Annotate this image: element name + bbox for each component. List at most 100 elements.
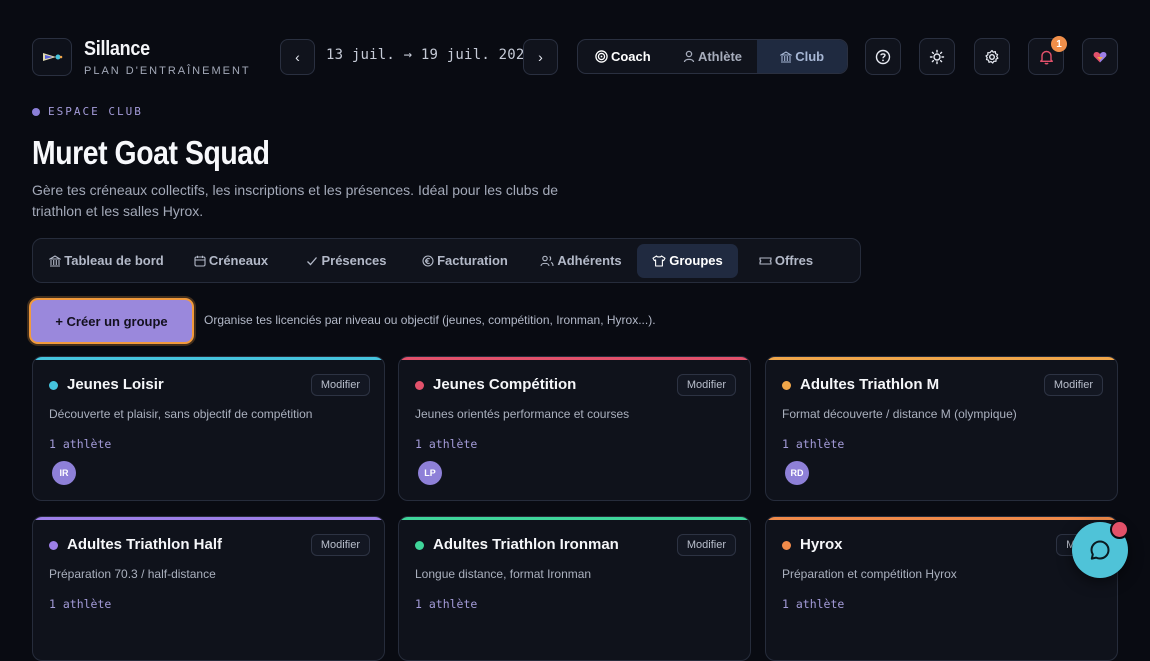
- bell-icon: [1039, 50, 1053, 64]
- group-color-bar: [399, 357, 750, 360]
- logo-icon: [43, 53, 63, 61]
- chevron-right-icon: ›: [538, 49, 543, 65]
- building-icon: [49, 254, 62, 267]
- group-color-dot: [415, 381, 424, 390]
- role-athlete-button[interactable]: Athlète: [668, 40, 758, 73]
- role-club-label: Club: [795, 49, 825, 64]
- settings-button[interactable]: [974, 38, 1010, 75]
- calendar-icon: [194, 255, 206, 267]
- tab-label: Offres: [774, 253, 814, 268]
- heart-logo-icon: [1093, 51, 1107, 62]
- tab-label: Adhérents: [557, 253, 622, 268]
- user-icon: [683, 50, 695, 63]
- group-athlete-count: 1 athlète: [782, 597, 845, 611]
- tab-label: Créneaux: [208, 253, 269, 268]
- tab-facturation[interactable]: Facturation: [405, 244, 525, 278]
- tab-offres[interactable]: Offres: [738, 244, 834, 278]
- tab-label: Facturation: [437, 253, 508, 268]
- group-description: Préparation 70.3 / half-distance: [49, 567, 216, 581]
- group-athlete-count: 1 athlète: [415, 597, 478, 611]
- gear-icon: [985, 49, 999, 64]
- group-title: Hyrox: [800, 536, 843, 553]
- eyebrow-label: ESPACE CLUB: [48, 105, 143, 118]
- role-athlete-label: Athlète: [697, 49, 743, 64]
- athlete-avatar[interactable]: RD: [785, 461, 809, 485]
- edit-group-button[interactable]: Modifier: [310, 534, 370, 556]
- edit-group-button[interactable]: Modifier: [1043, 374, 1103, 396]
- group-color-bar: [33, 517, 384, 520]
- next-week-button[interactable]: ›: [523, 39, 558, 75]
- group-color-bar: [766, 517, 1117, 520]
- notification-badge: 1: [1051, 36, 1067, 52]
- tab-label: Présences: [321, 253, 387, 268]
- theme-toggle-button[interactable]: [919, 38, 955, 75]
- group-color-dot: [782, 381, 791, 390]
- euro-icon: [422, 254, 434, 267]
- prev-week-button[interactable]: ‹: [280, 39, 315, 75]
- group-athlete-count: 1 athlète: [49, 597, 112, 611]
- group-card[interactable]: Adultes Triathlon M Modifier Format déco…: [765, 356, 1118, 501]
- tab-adherents[interactable]: Adhérents: [525, 244, 637, 278]
- chat-unread-indicator: [1110, 520, 1129, 539]
- shirt-icon: [652, 254, 666, 267]
- page-description: Gère tes créneaux collectifs, les inscri…: [32, 182, 559, 219]
- group-color-dot: [49, 541, 58, 550]
- edit-group-button[interactable]: Modifier: [310, 374, 370, 396]
- date-range: 13 juil. → 19 juil. 2026: [326, 47, 534, 63]
- group-title: Adultes Triathlon Half: [67, 536, 223, 553]
- group-description: Longue distance, format Ironman: [415, 567, 592, 581]
- athlete-avatar[interactable]: LP: [418, 461, 442, 485]
- group-card[interactable]: Adultes Triathlon Half Modifier Préparat…: [32, 516, 385, 661]
- group-color-bar: [766, 357, 1117, 360]
- chat-icon: [1090, 540, 1110, 560]
- group-card[interactable]: Hyrox Modif Préparation et compétition H…: [765, 516, 1118, 661]
- page-title: Muret Goat Squad: [32, 134, 270, 171]
- group-color-bar: [33, 357, 384, 360]
- group-title: Adultes Triathlon Ironman: [433, 536, 619, 553]
- edit-group-button[interactable]: Modifier: [676, 534, 736, 556]
- group-athlete-count: 1 athlète: [49, 437, 112, 451]
- ticket-icon: [759, 256, 772, 265]
- target-icon: [595, 50, 608, 63]
- group-description: Préparation et compétition Hyrox: [782, 567, 957, 581]
- role-club-button[interactable]: Club: [757, 40, 847, 73]
- group-athlete-count: 1 athlète: [415, 437, 478, 451]
- group-color-dot: [49, 381, 58, 390]
- group-color-dot: [415, 541, 424, 550]
- group-card[interactable]: Jeunes Loisir Modifier Découverte et pla…: [32, 356, 385, 501]
- help-button[interactable]: [865, 38, 901, 75]
- group-card[interactable]: Jeunes Compétition Modifier Jeunes orien…: [398, 356, 751, 501]
- tab-groupes[interactable]: Groupes: [637, 243, 738, 278]
- group-title: Adultes Triathlon M: [800, 376, 940, 393]
- building-icon: [780, 50, 793, 63]
- tab-label: Groupes: [669, 253, 723, 268]
- edit-group-button[interactable]: Modifier: [676, 374, 736, 396]
- group-color-dot: [782, 541, 791, 550]
- tab-label: Tableau de bord: [64, 253, 164, 268]
- app-subtitle: PLAN D'ENTRAÎNEMENT: [84, 65, 251, 77]
- group-title: Jeunes Loisir: [67, 376, 164, 393]
- check-icon: [307, 256, 318, 265]
- group-description: Jeunes orientés performance et courses: [415, 407, 630, 421]
- users-icon: [540, 255, 554, 266]
- tab-presences[interactable]: Présences: [288, 244, 405, 278]
- group-description: Format découverte / distance M (olympiqu…: [782, 407, 1017, 421]
- section-eyebrow: ESPACE CLUB: [32, 105, 143, 118]
- create-group-button[interactable]: + Créer un groupe: [29, 298, 194, 344]
- tab-tableau-de-bord[interactable]: Tableau de bord: [39, 244, 174, 278]
- tab-creneaux[interactable]: Créneaux: [174, 244, 288, 278]
- club-tabs: Tableau de bord Créneaux Présences Factu…: [32, 238, 861, 283]
- profile-button[interactable]: [1082, 38, 1118, 75]
- role-coach-button[interactable]: Coach: [578, 40, 668, 73]
- role-switch: Coach Athlète Club: [577, 39, 848, 74]
- app-logo[interactable]: [32, 38, 72, 76]
- group-card[interactable]: Adultes Triathlon Ironman Modifier Longu…: [398, 516, 751, 661]
- eyebrow-dot: [32, 107, 40, 116]
- group-description: Découverte et plaisir, sans objectif de …: [49, 407, 313, 421]
- sun-icon: [929, 49, 945, 64]
- role-coach-label: Coach: [610, 49, 651, 64]
- group-title: Jeunes Compétition: [433, 376, 577, 393]
- group-athlete-count: 1 athlète: [782, 437, 845, 451]
- chevron-left-icon: ‹: [295, 49, 300, 65]
- athlete-avatar[interactable]: IR: [52, 461, 76, 485]
